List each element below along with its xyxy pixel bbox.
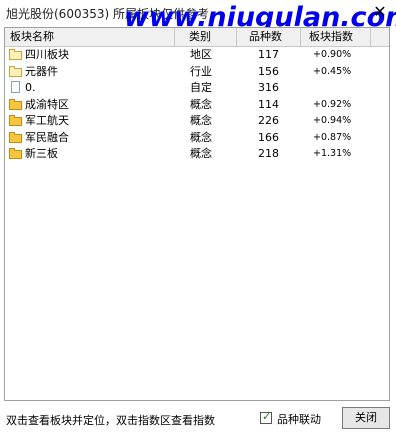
- folder-closed-icon: [9, 131, 23, 143]
- sector-count: 316: [258, 81, 279, 94]
- sector-name: 军工航天: [25, 114, 69, 127]
- sector-dialog: 旭光股份(600353) 所属板块仅供参考 www.niugulan.com ✕…: [0, 0, 396, 436]
- sector-index[interactable]: +0.92%: [313, 97, 373, 113]
- linkage-label[interactable]: 品种联动: [277, 411, 321, 427]
- table-row[interactable]: 成渝特区 概念 114 +0.92%: [5, 97, 389, 114]
- table-row[interactable]: 新三板 概念 218 +1.31%: [5, 146, 389, 163]
- row-name-cell: 成渝特区: [9, 97, 174, 113]
- sector-count: 156: [258, 64, 279, 78]
- sector-type: 概念: [190, 114, 212, 127]
- sector-type: 地区: [190, 48, 212, 61]
- close-button[interactable]: 关闭: [342, 407, 390, 429]
- status-bar: 双击查看板块并定位，双击指数区查看指数 ✓ 品种联动 关闭: [0, 402, 396, 436]
- sector-index[interactable]: +0.90%: [313, 47, 373, 63]
- document-icon: [9, 81, 23, 93]
- column-header-type[interactable]: 类别: [175, 28, 237, 46]
- close-icon[interactable]: ✕: [372, 3, 388, 21]
- sector-type: 概念: [190, 147, 212, 160]
- sector-name: 成渝特区: [25, 97, 69, 111]
- table-body: 四川板块 地区 117 +0.90% 元器件 行业 156 +0.45% 0. …: [5, 47, 389, 163]
- table-header: 板块名称 类别 品种数 板块指数: [5, 28, 389, 47]
- row-name-cell: 新三板: [9, 146, 174, 162]
- sector-index[interactable]: +0.45%: [313, 64, 373, 80]
- title-bar: 旭光股份(600353) 所属板块仅供参考 www.niugulan.com ✕: [0, 0, 396, 33]
- table-row[interactable]: 军工航天 概念 226 +0.94%: [5, 113, 389, 130]
- column-header-count[interactable]: 品种数: [237, 28, 301, 46]
- folder-closed-icon: [9, 147, 23, 159]
- row-name-cell: 元器件: [9, 64, 174, 80]
- row-name-cell: 四川板块: [9, 47, 174, 63]
- sector-count: 226: [258, 114, 279, 127]
- checkmark-icon: ✓: [262, 410, 272, 423]
- table-row[interactable]: 0. 自定 316: [5, 80, 389, 97]
- sector-index[interactable]: +0.94%: [313, 113, 373, 129]
- row-name-cell: 军工航天: [9, 113, 174, 129]
- sector-type: 行业: [190, 64, 212, 78]
- status-hint: 双击查看板块并定位，双击指数区查看指数: [6, 414, 215, 427]
- sector-count: 218: [258, 147, 279, 160]
- folder-closed-icon: [9, 98, 23, 110]
- sector-name: 元器件: [25, 64, 58, 78]
- folder-open-icon: [9, 65, 23, 77]
- table-row[interactable]: 军民融合 概念 166 +0.87%: [5, 130, 389, 147]
- row-name-cell: 0.: [9, 80, 174, 96]
- sector-type: 概念: [190, 130, 212, 144]
- sector-count: 166: [258, 130, 279, 144]
- folder-open-icon: [9, 48, 23, 60]
- sector-count: 114: [258, 97, 279, 111]
- column-header-index[interactable]: 板块指数: [301, 28, 371, 46]
- sector-index[interactable]: [313, 80, 373, 96]
- sector-name: 0.: [25, 81, 36, 94]
- column-header-name[interactable]: 板块名称: [5, 28, 175, 46]
- sector-name: 四川板块: [25, 48, 69, 61]
- sector-type: 概念: [190, 97, 212, 111]
- table-row[interactable]: 元器件 行业 156 +0.45%: [5, 64, 389, 81]
- folder-closed-icon: [9, 114, 23, 126]
- table-row[interactable]: 四川板块 地区 117 +0.90%: [5, 47, 389, 64]
- sector-name: 军民融合: [25, 130, 69, 144]
- sector-name: 新三板: [25, 147, 58, 160]
- sector-index[interactable]: +1.31%: [313, 146, 373, 162]
- sector-index[interactable]: +0.87%: [313, 130, 373, 146]
- sector-table: 板块名称 类别 品种数 板块指数 四川板块 地区 117 +0.90% 元器件 …: [4, 27, 390, 401]
- sector-type: 自定: [190, 81, 212, 94]
- sector-count: 117: [258, 48, 279, 61]
- row-name-cell: 军民融合: [9, 130, 174, 146]
- linkage-checkbox[interactable]: ✓: [260, 410, 272, 424]
